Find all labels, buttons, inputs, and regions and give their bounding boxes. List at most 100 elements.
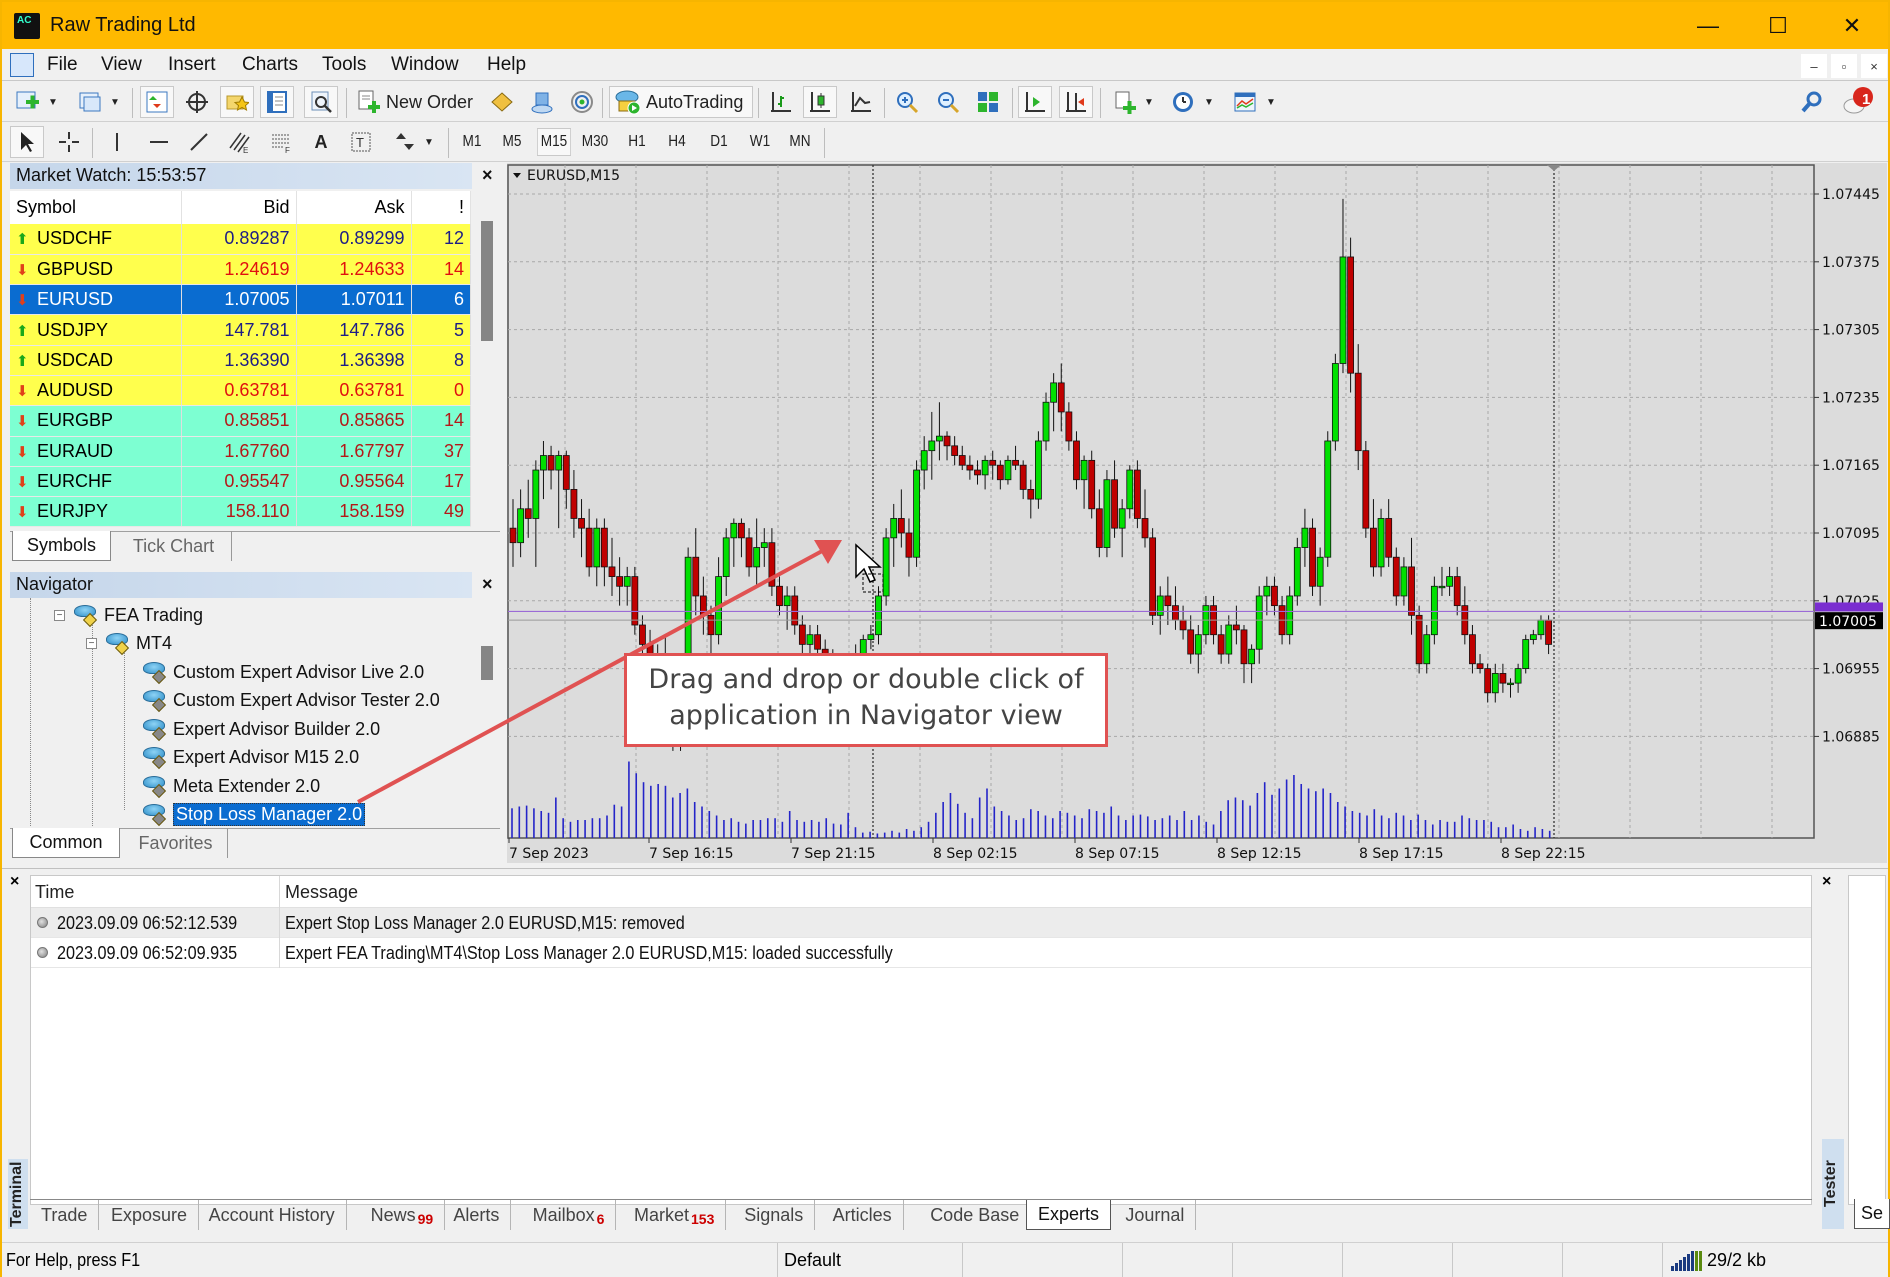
market-watch-scrollbar[interactable] [476,215,498,535]
column-message[interactable]: Message [285,882,358,903]
autotrading-button[interactable]: AutoTrading [609,86,753,118]
zoom-out-icon[interactable] [931,86,965,118]
market-watch-row[interactable]: ⬆ USDJPY 147.781 147.786 5 [10,314,471,346]
menu-help[interactable]: Help [487,54,526,76]
market-watch-row[interactable]: ⬇ GBPUSD 1.24619 1.24633 14 [10,254,471,286]
tab-symbols[interactable]: Symbols [12,531,111,561]
scrollbar-thumb[interactable] [481,221,493,341]
tab-signals[interactable]: Signals [733,1200,816,1230]
market-watch-row[interactable]: ⬇ AUDUSD 0.63781 0.63781 0 [10,375,471,407]
tile-windows-icon[interactable] [971,86,1005,118]
tab-code-base[interactable]: Code Base [919,1200,1032,1230]
tree-item-expert[interactable]: Expert Advisor Builder 2.0 [140,716,380,742]
market-watch-close-icon[interactable]: × [482,165,493,186]
timeframe-h4[interactable]: H4 [660,128,694,156]
timeframe-m30[interactable]: M30 [578,128,612,156]
fibonacci-icon[interactable]: F [264,126,298,158]
new-chart-icon[interactable] [12,86,44,118]
line-chart-icon[interactable] [844,86,878,118]
tab-tick-chart[interactable]: Tick Chart [116,531,232,561]
minimize-button[interactable]: — [1678,2,1738,49]
scrollbar-thumb[interactable] [481,646,493,680]
tree-item-expert[interactable]: Meta Extender 2.0 [140,773,320,799]
tab-exposure[interactable]: Exposure [100,1200,200,1230]
templates-icon[interactable] [1228,86,1262,118]
column-symbol[interactable]: Symbol [10,191,182,224]
tab-alerts[interactable]: Alerts [442,1200,512,1230]
periods-dropdown[interactable]: ▼ [1202,86,1216,118]
navigator-scrollbar[interactable] [476,600,498,826]
market-watch-row[interactable]: ⬇ EURJPY 158.110 158.159 49 [10,496,471,528]
status-profile[interactable]: Default [777,1243,937,1277]
signals-icon[interactable] [566,86,598,118]
templates-dropdown[interactable]: ▼ [1264,86,1278,118]
tab-news[interactable]: News 99 [360,1200,446,1230]
profiles-icon[interactable] [74,86,106,118]
vps-icon[interactable] [526,86,558,118]
arrows-icon[interactable] [388,126,422,158]
log-row[interactable]: 2023.09.09 06:52:09.935 Expert FEA Tradi… [31,938,1811,968]
tab-experts[interactable]: Experts [1026,1200,1112,1230]
tree-node-mt4[interactable]: − MT4 [86,630,172,656]
tree-item-expert[interactable]: Custom Expert Advisor Tester 2.0 [140,687,440,713]
market-watch-row[interactable]: ⬆ USDCHF 0.89287 0.89299 12 [10,224,471,255]
data-window-icon[interactable] [180,86,214,118]
chart-window[interactable]: 1.07445 1.07375 1.07305 1.07235 1.07165 1.070… [507,163,1887,863]
market-watch-row[interactable]: ⬇ EURUSD 1.07005 1.07011 6 [10,284,471,316]
vertical-line-icon[interactable] [100,126,134,158]
terminal-toggle-icon[interactable] [260,86,294,118]
column-bid[interactable]: Bid [181,191,297,224]
cursor-icon[interactable] [10,126,44,158]
tab-market[interactable]: Market 153 [623,1200,727,1230]
terminal-close-icon[interactable]: × [10,873,19,891]
chart-window-icon[interactable] [10,53,34,77]
tree-item-expert-selected[interactable]: Stop Loss Manager 2.0 [140,801,366,827]
profiles-dropdown[interactable]: ▼ [108,86,122,118]
tab-trade[interactable]: Trade [30,1200,100,1230]
tree-item-expert[interactable]: Expert Advisor M15 2.0 [140,744,359,770]
market-watch-toggle-icon[interactable] [140,86,174,118]
navigator-close-icon[interactable]: × [482,574,493,595]
price-chart[interactable]: 1.07445 1.07375 1.07305 1.07235 1.07165 1.070… [507,163,1887,863]
chart-shift-icon[interactable] [1059,86,1093,118]
timeframe-m1[interactable]: M1 [455,128,489,156]
collapse-icon[interactable]: − [54,609,65,621]
tab-mailbox[interactable]: Mailbox 6 [522,1200,617,1230]
text-icon[interactable]: A [304,126,338,158]
tab-common[interactable]: Common [12,828,120,858]
timeframe-m5[interactable]: M5 [495,128,529,156]
indicators-dropdown[interactable]: ▼ [1142,86,1156,118]
menu-insert[interactable]: Insert [168,54,216,76]
menu-tools[interactable]: Tools [322,54,366,76]
candlestick-chart-icon[interactable] [803,86,837,118]
mdi-minimize-button[interactable]: – [1801,54,1827,78]
tab-articles[interactable]: Articles [822,1200,904,1230]
navigator-toggle-icon[interactable] [220,86,254,118]
trendline-icon[interactable] [182,126,216,158]
timeframe-m15[interactable]: M15 [537,128,571,156]
market-watch-row[interactable]: ⬇ EURAUD 1.67760 1.67797 37 [10,436,471,467]
crosshair-icon[interactable] [52,126,86,158]
auto-scroll-icon[interactable] [1018,86,1052,118]
periods-icon[interactable] [1166,86,1200,118]
menu-charts[interactable]: Charts [242,54,298,76]
notifications-icon[interactable]: 1 [1838,86,1878,118]
column-ask[interactable]: Ask [296,191,412,224]
indicators-icon[interactable] [1108,86,1142,118]
new-chart-dropdown[interactable]: ▼ [46,86,60,118]
menu-file[interactable]: File [47,54,78,76]
menu-window[interactable]: Window [391,54,459,76]
metaeditor-icon[interactable] [486,86,518,118]
menu-view[interactable]: View [101,54,142,76]
timeframe-w1[interactable]: W1 [743,128,777,156]
column-spread[interactable]: ! [411,191,471,224]
tab-favorites[interactable]: Favorites [124,828,228,858]
arrows-dropdown[interactable]: ▼ [422,126,436,158]
zoom-in-icon[interactable] [890,86,924,118]
tester-tab-settings[interactable]: Se [1854,1199,1890,1229]
horizontal-line-icon[interactable] [142,126,176,158]
mdi-restore-button[interactable]: ▫ [1831,54,1857,78]
timeframe-h1[interactable]: H1 [620,128,654,156]
timeframe-d1[interactable]: D1 [702,128,736,156]
mdi-close-button[interactable]: × [1861,54,1887,78]
